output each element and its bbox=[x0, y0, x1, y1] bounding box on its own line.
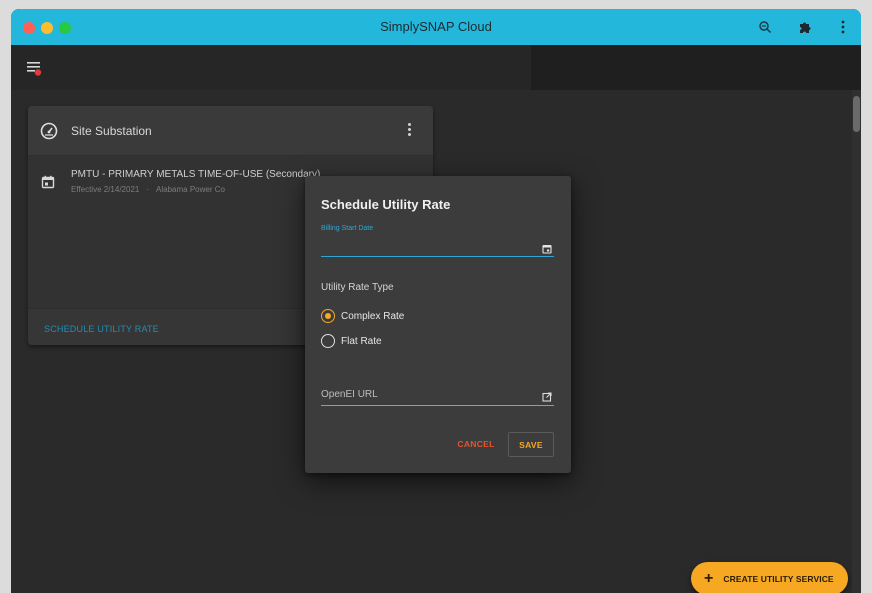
date-picker-icon[interactable] bbox=[542, 241, 552, 254]
gauge-icon bbox=[40, 122, 58, 140]
flat-rate-label: Flat Rate bbox=[341, 335, 382, 347]
title-bar: SimplySNAP Cloud bbox=[11, 9, 861, 45]
openei-url-label: OpenEI URL bbox=[321, 389, 378, 400]
plus-icon: + bbox=[704, 569, 714, 587]
create-utility-service-label: CREATE UTILITY SERVICE bbox=[723, 573, 834, 584]
rate-effective: Effective 2/14/2021 bbox=[71, 185, 140, 194]
cancel-button[interactable]: CANCEL bbox=[452, 432, 500, 456]
billing-start-date-field[interactable] bbox=[321, 237, 554, 257]
save-button[interactable]: SAVE bbox=[508, 432, 554, 457]
complex-rate-radio[interactable] bbox=[321, 309, 335, 323]
complex-rate-label: Complex Rate bbox=[341, 310, 405, 322]
window-title: SimplySNAP Cloud bbox=[380, 19, 492, 34]
flat-rate-radio[interactable] bbox=[321, 334, 335, 348]
vertical-scrollbar[interactable] bbox=[852, 90, 861, 593]
more-vert-icon[interactable] bbox=[833, 17, 853, 37]
rate-title: PMTU - PRIMARY METALS TIME-OF-USE (Secon… bbox=[71, 169, 321, 180]
app-bar-left bbox=[11, 45, 531, 90]
site-card-title: Site Substation bbox=[71, 124, 152, 138]
radio-flat-rate[interactable]: Flat Rate bbox=[321, 334, 382, 348]
rate-type-label: Utility Rate Type bbox=[321, 282, 394, 293]
dialog-title: Schedule Utility Rate bbox=[321, 197, 451, 212]
rate-separator: · bbox=[146, 185, 150, 194]
radio-complex-rate[interactable]: Complex Rate bbox=[321, 309, 404, 323]
app-bar bbox=[11, 45, 861, 90]
rate-provider: Alabama Power Co bbox=[156, 185, 225, 194]
schedule-utility-rate-link[interactable]: SCHEDULE UTILITY RATE bbox=[44, 324, 159, 334]
main-content: Site Substation PMTU - PRIMARY METALS TI… bbox=[11, 90, 861, 593]
scrollbar-thumb[interactable] bbox=[853, 96, 860, 132]
open-in-new-icon[interactable] bbox=[542, 389, 552, 402]
menu-with-badge-icon[interactable] bbox=[25, 58, 45, 78]
create-utility-service-button[interactable]: + CREATE UTILITY SERVICE bbox=[691, 562, 848, 593]
rate-subtitle: Effective 2/14/2021 · Alabama Power Co bbox=[71, 185, 225, 194]
site-card-header: Site Substation bbox=[28, 106, 433, 156]
card-more-vert-icon[interactable] bbox=[405, 123, 413, 139]
schedule-rate-dialog: Schedule Utility Rate Billing Start Date… bbox=[305, 176, 571, 473]
zoom-icon[interactable] bbox=[755, 17, 775, 37]
app-window: SimplySNAP Cloud Site Substation PMTU - … bbox=[11, 9, 861, 593]
openei-url-field[interactable]: OpenEI URL bbox=[321, 384, 554, 406]
puzzle-extension-icon[interactable] bbox=[795, 17, 815, 37]
calendar-icon bbox=[41, 175, 55, 189]
billing-start-label: Billing Start Date bbox=[321, 225, 374, 232]
